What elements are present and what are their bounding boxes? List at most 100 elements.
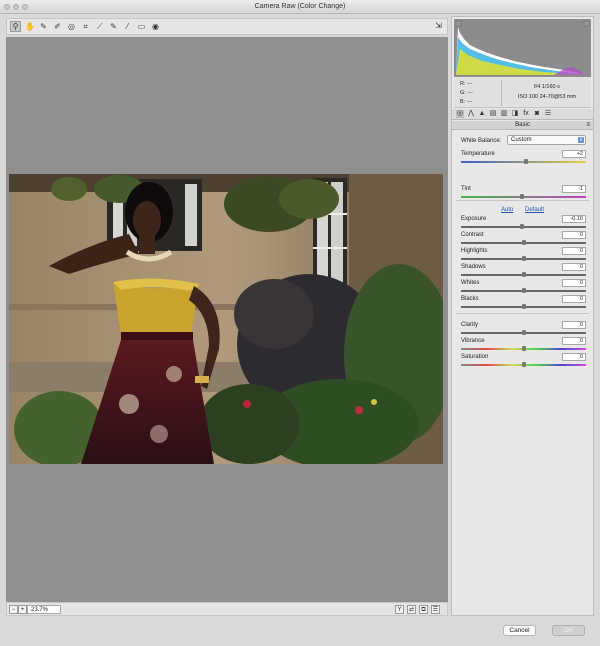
temperature-label: Temperature xyxy=(461,151,495,157)
camera-info: R: --- G: --- B: --- f/4 1/160 s ISO 100… xyxy=(454,78,591,108)
default-link[interactable]: Default xyxy=(525,207,544,213)
highlights-value-field[interactable]: 0 xyxy=(562,247,586,255)
hand-tool[interactable]: ✋ xyxy=(24,21,35,32)
exposure-label: Exposure xyxy=(461,216,487,222)
cancel-button[interactable]: Cancel xyxy=(503,625,536,636)
contrast-slider[interactable] xyxy=(461,240,586,245)
panel-tab-3[interactable]: ▤ xyxy=(489,110,497,118)
whites-label: Whites xyxy=(461,280,480,286)
preview-preferences-icon[interactable]: ☰ xyxy=(431,605,440,614)
vibrance-slider[interactable] xyxy=(461,346,586,351)
highlights-label: Highlights xyxy=(461,248,488,254)
highlights-slider-thumb[interactable] xyxy=(521,256,526,261)
exposure-info: f/4 1/160 s xyxy=(534,84,560,90)
saturation-label: Saturation xyxy=(461,354,489,360)
iso-lens-info: ISO 100 24-70@53 mm xyxy=(517,94,577,100)
color-sampler-tool[interactable]: ✐ xyxy=(52,21,63,32)
panel-tab-0[interactable]: ◎ xyxy=(456,110,464,118)
panel-menu-icon[interactable]: ≡ xyxy=(586,121,590,130)
tint-slider[interactable] xyxy=(461,194,586,199)
radial-filter-tool[interactable]: ◉ xyxy=(150,21,161,32)
saturation-value-field[interactable]: 0 xyxy=(562,353,586,361)
adjustments-panel: R: --- G: --- B: --- f/4 1/160 s ISO 100… xyxy=(451,16,594,616)
red-readout: R: --- xyxy=(460,81,473,87)
saturation-slider-thumb[interactable] xyxy=(521,362,526,367)
graduated-filter-tool[interactable]: ▭ xyxy=(136,21,147,32)
shadows-slider-thumb[interactable] xyxy=(521,272,526,277)
zoom-tool[interactable]: ⚲ xyxy=(10,21,21,32)
clarity-label: Clarity xyxy=(461,322,479,328)
before-after-icon[interactable]: Y xyxy=(395,605,404,614)
panel-tab-4[interactable]: ▥ xyxy=(500,110,508,118)
clarity-value-field[interactable]: 0 xyxy=(562,321,586,329)
contrast-label: Contrast xyxy=(461,232,484,238)
spot-removal-tool[interactable]: ✎ xyxy=(108,21,119,32)
blacks-slider[interactable] xyxy=(461,304,586,309)
shadows-value-field[interactable]: 0 xyxy=(562,263,586,271)
white-balance-select[interactable]: Custom ⇕ xyxy=(507,135,586,145)
highlights-slider[interactable] xyxy=(461,256,586,261)
zoom-level-field[interactable]: 23.7% xyxy=(27,605,61,614)
vibrance-slider-thumb[interactable] xyxy=(521,346,526,351)
zoom-in-button[interactable]: + xyxy=(18,605,27,614)
panel-tab-8[interactable]: ☰ xyxy=(544,110,552,118)
straighten-tool[interactable]: ⟋ xyxy=(94,21,105,32)
adjustment-brush-tool[interactable]: ⁄ xyxy=(122,21,133,32)
histogram-graph xyxy=(455,20,590,75)
tool-bar: ⇲ ⚲ ✋ ✎ ✐ ◎ ⌗ ⟋ ✎ ⁄ ▭ ◉ xyxy=(6,18,448,35)
vibrance-value-field[interactable]: 0 xyxy=(562,337,586,345)
temperature-slider[interactable] xyxy=(461,159,586,164)
panel-tab-2[interactable]: ▲ xyxy=(478,110,486,118)
temperature-slider-thumb[interactable] xyxy=(524,159,528,164)
white-balance-label: White Balance: xyxy=(461,138,502,144)
tint-slider-thumb[interactable] xyxy=(520,194,525,199)
section-divider xyxy=(456,200,589,201)
white-balance-value: Custom xyxy=(511,137,532,143)
saturation-slider[interactable] xyxy=(461,362,586,367)
whites-value-field[interactable]: 0 xyxy=(562,279,586,287)
panel-tab-6[interactable]: fx xyxy=(522,110,530,118)
panel-tab-1[interactable]: ⋀ xyxy=(467,110,475,118)
whites-slider-thumb[interactable] xyxy=(521,288,526,293)
tint-value-field[interactable]: -1 xyxy=(562,185,586,193)
photo-image xyxy=(9,174,443,464)
tint-label: Tint xyxy=(461,186,471,192)
exposure-value-field[interactable]: -0.10 xyxy=(562,215,586,223)
targeted-adjustment-tool[interactable]: ◎ xyxy=(66,21,77,32)
whites-slider[interactable] xyxy=(461,288,586,293)
zoom-out-button[interactable]: − xyxy=(9,605,18,614)
image-preview-area[interactable] xyxy=(6,37,448,602)
exposure-slider[interactable] xyxy=(461,224,586,229)
white-balance-tool[interactable]: ✎ xyxy=(38,21,49,32)
exposure-slider-thumb[interactable] xyxy=(520,224,525,229)
blacks-value-field[interactable]: 0 xyxy=(562,295,586,303)
contrast-value-field[interactable]: 0 xyxy=(562,231,586,239)
camera-info-divider xyxy=(501,80,502,106)
temperature-value-field[interactable]: +2 xyxy=(562,150,586,158)
auto-link[interactable]: Auto xyxy=(501,207,513,213)
crop-tool[interactable]: ⌗ xyxy=(80,21,91,32)
panel-tab-5[interactable]: ◨ xyxy=(511,110,519,118)
shadows-label: Shadows xyxy=(461,264,486,270)
blacks-slider-thumb[interactable] xyxy=(521,304,526,309)
section-title: Basic xyxy=(515,122,530,128)
ok-button[interactable]: OK xyxy=(552,625,585,636)
section-divider xyxy=(456,313,589,314)
clarity-slider[interactable] xyxy=(461,330,586,335)
contrast-slider-thumb[interactable] xyxy=(521,240,526,245)
panel-tabs: ◎ ⋀ ▲ ▤ ▥ ◨ fx ◙ ☰ xyxy=(452,109,593,120)
blacks-label: Blacks xyxy=(461,296,479,302)
panel-tab-7[interactable]: ◙ xyxy=(533,110,541,118)
title-bar: Camera Raw (Color Change) xyxy=(0,0,600,14)
swap-settings-icon[interactable]: ⇄ xyxy=(407,605,416,614)
status-bar: − + 23.7% Y ⇄ ⧉ ☰ xyxy=(6,602,448,616)
copy-settings-icon[interactable]: ⧉ xyxy=(419,605,428,614)
open-preferences-icon[interactable]: ⇲ xyxy=(433,21,444,32)
shadows-slider[interactable] xyxy=(461,272,586,277)
clarity-slider-thumb[interactable] xyxy=(521,330,526,335)
photo-preview[interactable] xyxy=(9,174,443,464)
window-title: Camera Raw (Color Change) xyxy=(254,3,346,10)
chevron-down-icon: ⇕ xyxy=(578,137,584,143)
blue-readout: B: --- xyxy=(460,99,473,105)
green-readout: G: --- xyxy=(460,90,473,96)
